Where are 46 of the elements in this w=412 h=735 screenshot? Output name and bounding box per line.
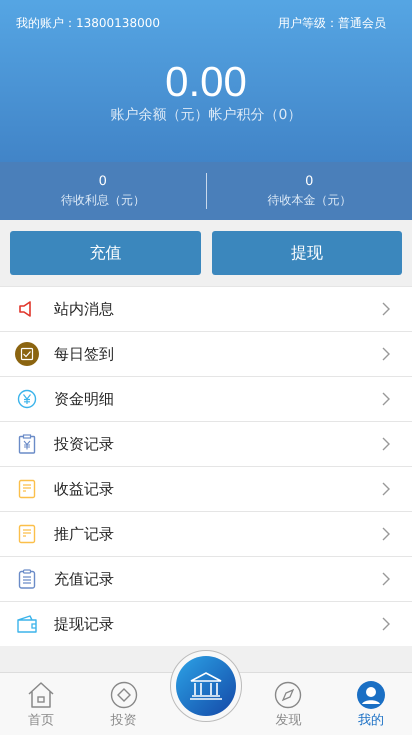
account-number: 我的账户：13800138000 <box>16 15 161 32</box>
user-icon <box>356 680 385 708</box>
home-icon <box>26 680 56 708</box>
menu-item[interactable]: 站内消息 <box>0 286 412 331</box>
chevron-right-icon <box>382 437 390 451</box>
menu-label: 充值记录 <box>54 568 115 590</box>
action-button[interactable]: 提现 <box>212 231 402 275</box>
balance-caption: 账户余额（元）帐户积分（0） <box>110 106 302 124</box>
menu-item[interactable]: 资金明细 <box>0 376 412 421</box>
menu-label: 推广记录 <box>54 524 115 545</box>
document-icon <box>18 524 36 544</box>
stat-label: 待收利息（元） <box>60 192 145 209</box>
yen-icon <box>17 389 37 409</box>
member-level: 用户等级：普通会员 <box>278 15 386 32</box>
menu-item[interactable]: 充值记录 <box>0 556 412 601</box>
compass-icon <box>274 680 302 708</box>
menu-label: 资金明细 <box>54 388 115 410</box>
menu-label: 站内消息 <box>54 298 115 320</box>
wallet-icon <box>16 614 38 634</box>
stat-value: 0 <box>98 173 107 191</box>
menu-item[interactable]: 投资记录 <box>0 421 412 466</box>
menu-label: 提现记录 <box>54 614 115 635</box>
chevron-right-icon <box>382 302 390 316</box>
chevron-right-icon <box>382 527 390 541</box>
menu-label: 投资记录 <box>54 434 115 455</box>
chevron-right-icon <box>382 392 390 406</box>
bank-icon <box>189 671 224 701</box>
chevron-right-icon <box>382 617 390 631</box>
stat-label: 待收本金（元） <box>267 192 352 209</box>
menu-item[interactable]: 收益记录 <box>0 466 412 511</box>
chevron-right-icon <box>382 347 390 361</box>
document-icon <box>18 479 36 499</box>
clipboard-icon <box>18 434 36 454</box>
menu-label: 收益记录 <box>54 478 115 500</box>
clipboard-icon <box>18 569 36 589</box>
chevron-right-icon <box>382 572 390 586</box>
tab-item[interactable]: 我的 <box>330 673 412 735</box>
menu-item[interactable]: 推广记录 <box>0 511 412 556</box>
menu-item[interactable]: 提现记录 <box>0 601 412 646</box>
balance-amount: 0.00 <box>164 58 248 106</box>
stat-value: 0 <box>305 173 314 191</box>
chevron-right-icon <box>382 482 390 496</box>
menu-label: 每日签到 <box>54 344 115 365</box>
checkbox-icon <box>15 342 39 366</box>
action-button[interactable]: 充值 <box>10 231 200 275</box>
menu-item[interactable]: 每日签到 <box>0 331 412 376</box>
